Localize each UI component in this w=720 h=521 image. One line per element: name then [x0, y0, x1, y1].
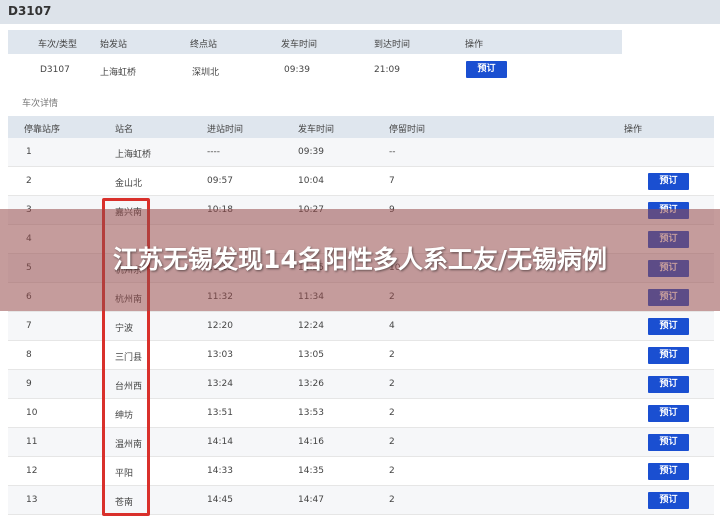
stop-depart: 14:16 [298, 437, 324, 447]
stop-station: 上海虹桥 [115, 150, 152, 160]
stop-station: 宁波 [115, 324, 134, 334]
book-button[interactable]: 预订 [648, 376, 689, 393]
col-action: 操作 [624, 125, 643, 135]
stop-arrive: 14:45 [207, 495, 233, 505]
table-row: 7 宁波 12:20 12:24 4 预订 [8, 312, 714, 341]
summary-col-train: 车次/类型 [38, 40, 78, 50]
stop-arrive: 13:24 [207, 379, 233, 389]
stop-station: 金山北 [115, 179, 143, 189]
book-button[interactable]: 预订 [648, 405, 689, 422]
stop-station: 温州南 [115, 440, 143, 450]
summary-table: 车次/类型 始发站 终点站 发车时间 到达时间 操作 D3107 上海虹桥 深圳… [8, 30, 622, 86]
stop-station: 三门县 [115, 353, 143, 363]
stop-depart: 12:24 [298, 321, 324, 331]
col-seq: 停靠站序 [24, 125, 61, 135]
col-stay: 停留时间 [389, 125, 426, 135]
col-depart: 发车时间 [298, 125, 335, 135]
book-button[interactable]: 预订 [648, 434, 689, 451]
book-button[interactable]: 预订 [648, 173, 689, 190]
stop-station: 平阳 [115, 469, 134, 479]
stop-arrive: 13:03 [207, 350, 233, 360]
summary-col-depart: 发车时间 [281, 40, 318, 50]
stop-depart: 13:26 [298, 379, 324, 389]
stop-arrive: ---- [207, 147, 220, 157]
stop-arrive: 13:51 [207, 408, 233, 418]
stop-arrive: 09:57 [207, 176, 233, 186]
book-button[interactable]: 预订 [648, 318, 689, 335]
train-title: D3107 [8, 4, 52, 18]
stop-stay: 2 [389, 408, 395, 418]
summary-book-button[interactable]: 预订 [466, 61, 507, 78]
stop-depart: 14:35 [298, 466, 324, 476]
table-row: 12 平阳 14:33 14:35 2 预订 [8, 457, 714, 486]
table-row: 9 台州西 13:24 13:26 2 预订 [8, 370, 714, 399]
summary-col-action: 操作 [465, 40, 484, 50]
stop-station: 苍南 [115, 498, 134, 508]
stops-table: 停靠站序 站名 进站时间 发车时间 停留时间 操作 1 上海虹桥 ---- 09:39… [8, 116, 714, 515]
stop-stay: 7 [389, 176, 395, 186]
stop-depart: 13:05 [298, 350, 324, 360]
book-button[interactable]: 预订 [648, 463, 689, 480]
table-row: 8 三门县 13:03 13:05 2 预订 [8, 341, 714, 370]
stop-arrive: 12:20 [207, 321, 233, 331]
stop-arrive: 14:14 [207, 437, 233, 447]
stop-stay: 2 [389, 466, 395, 476]
stops-body: 1上海虹桥----09:39--2金山北09:5710:047预订3嘉兴南10:… [8, 138, 714, 515]
summary-col-from: 始发站 [100, 40, 128, 50]
stop-depart: 09:39 [298, 147, 324, 157]
stop-stay: 2 [389, 437, 395, 447]
summary-depart: 09:39 [284, 65, 310, 75]
stop-seq: 12 [26, 466, 38, 476]
stop-depart: 14:47 [298, 495, 324, 505]
stop-seq: 1 [26, 147, 32, 157]
section-title: 车次详情 [22, 99, 59, 109]
table-row: 10 绅坊 13:51 13:53 2 预订 [8, 399, 714, 428]
book-button[interactable]: 预订 [648, 492, 689, 509]
col-station: 站名 [115, 125, 134, 135]
summary-from: 上海虹桥 [100, 68, 137, 78]
title-bar: D3107 [0, 0, 720, 24]
table-row: 11 温州南 14:14 14:16 2 预订 [8, 428, 714, 457]
summary-col-arrive: 到达时间 [374, 40, 411, 50]
summary-to: 深圳北 [192, 68, 220, 78]
stop-stay: 2 [389, 379, 395, 389]
table-row: 1 上海虹桥 ---- 09:39 -- [8, 138, 714, 167]
stop-stay: 2 [389, 495, 395, 505]
table-row: 2 金山北 09:57 10:04 7 预订 [8, 167, 714, 196]
stop-seq: 8 [26, 350, 32, 360]
book-button[interactable]: 预订 [648, 347, 689, 364]
summary-row: D3107 上海虹桥 深圳北 09:39 21:09 预订 [8, 54, 622, 86]
summary-header: 车次/类型 始发站 终点站 发车时间 到达时间 操作 [8, 30, 622, 54]
stop-stay: 4 [389, 321, 395, 331]
stop-arrive: 14:33 [207, 466, 233, 476]
stop-seq: 2 [26, 176, 32, 186]
stop-station: 台州西 [115, 382, 143, 392]
stop-seq: 9 [26, 379, 32, 389]
stop-stay: 2 [389, 350, 395, 360]
table-row: 13 苍南 14:45 14:47 2 预订 [8, 486, 714, 515]
stop-seq: 7 [26, 321, 32, 331]
stop-stay: -- [389, 147, 396, 157]
stop-seq: 10 [26, 408, 38, 418]
headline-text: 江苏无锡发现14名阳性多人系工友/无锡病例 [113, 245, 607, 274]
summary-train: D3107 [40, 65, 70, 75]
col-arrive: 进站时间 [207, 125, 244, 135]
summary-arrive: 21:09 [374, 65, 400, 75]
summary-col-to: 终点站 [190, 40, 218, 50]
stop-depart: 13:53 [298, 408, 324, 418]
headline-banner: 江苏无锡发现14名阳性多人系工友/无锡病例 [0, 209, 720, 311]
stop-depart: 10:04 [298, 176, 324, 186]
stops-header: 停靠站序 站名 进站时间 发车时间 停留时间 操作 [8, 116, 714, 138]
stop-station: 绅坊 [115, 411, 134, 421]
stop-seq: 11 [26, 437, 38, 447]
stop-seq: 13 [26, 495, 38, 505]
